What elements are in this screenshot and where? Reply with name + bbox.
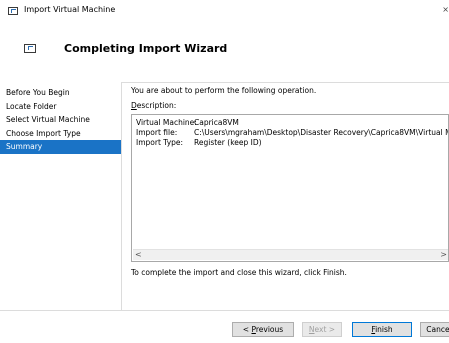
sidebar-item-summary[interactable]: Summary [0,140,121,154]
description-value: C:\Users\mgraham\Desktop\Disaster Recove… [194,128,448,137]
cancel-button[interactable]: Cancel [420,322,449,337]
sidebar-item-locate-folder[interactable]: Locate Folder [0,100,121,114]
wizard-steps-sidebar: Before You Begin Locate Folder Select Vi… [0,82,121,310]
summary-panel: You are about to perform the following o… [131,82,449,310]
description-textbox[interactable]: Virtual Machine:Caprica8VM Import file: C… [131,114,449,262]
description-key: Import Type: [136,138,184,147]
scroll-left-icon[interactable]: < [135,250,142,260]
horizontal-scrollbar[interactable]: < > [133,249,448,260]
description-key: Virtual Machine: [136,118,197,127]
title-bar: Import Virtual Machine × [0,0,449,22]
description-rows: Virtual Machine:Caprica8VM Import file: C… [136,118,448,148]
window-title: Import Virtual Machine [24,5,116,14]
wizard-steps-list: Before You Begin Locate Folder Select Vi… [0,86,121,154]
wizard-header: Completing Import Wizard [0,22,449,83]
description-value: Register (keep ID) [194,138,262,147]
next-rest: ext > [314,325,336,334]
page-title: Completing Import Wizard [64,42,228,55]
next-button[interactable]: Next > [302,322,342,337]
description-value: Caprica8VM [194,118,239,127]
description-key: Import file: [136,128,178,137]
virtual-machine-icon [24,44,36,53]
sidebar-divider [121,82,122,310]
intro-text: You are about to perform the following o… [131,86,317,95]
sidebar-item-select-virtual-machine[interactable]: Select Virtual Machine [0,113,121,127]
description-row: Import Type: Register (keep ID) [136,138,448,148]
description-row: Import file: C:\Users\mgraham\Desktop\Dis… [136,128,448,138]
complete-instruction-text: To complete the import and close this wi… [131,268,347,277]
finish-button[interactable]: Finish [352,322,412,337]
previous-rest: revious [255,325,284,334]
description-row: Virtual Machine:Caprica8VM [136,118,448,128]
description-label-rest: escription: [136,101,177,110]
wizard-footer: < Previous Next > Finish Cancel [0,311,449,343]
sidebar-item-choose-import-type[interactable]: Choose Import Type [0,127,121,141]
description-label: Description: [131,101,176,110]
sidebar-item-before-you-begin[interactable]: Before You Begin [0,86,121,100]
scroll-right-icon[interactable]: > [440,250,447,260]
previous-button[interactable]: < Previous [232,322,294,337]
virtual-machine-icon [8,7,18,15]
close-icon[interactable]: × [442,5,449,14]
finish-rest: inish [375,325,393,334]
